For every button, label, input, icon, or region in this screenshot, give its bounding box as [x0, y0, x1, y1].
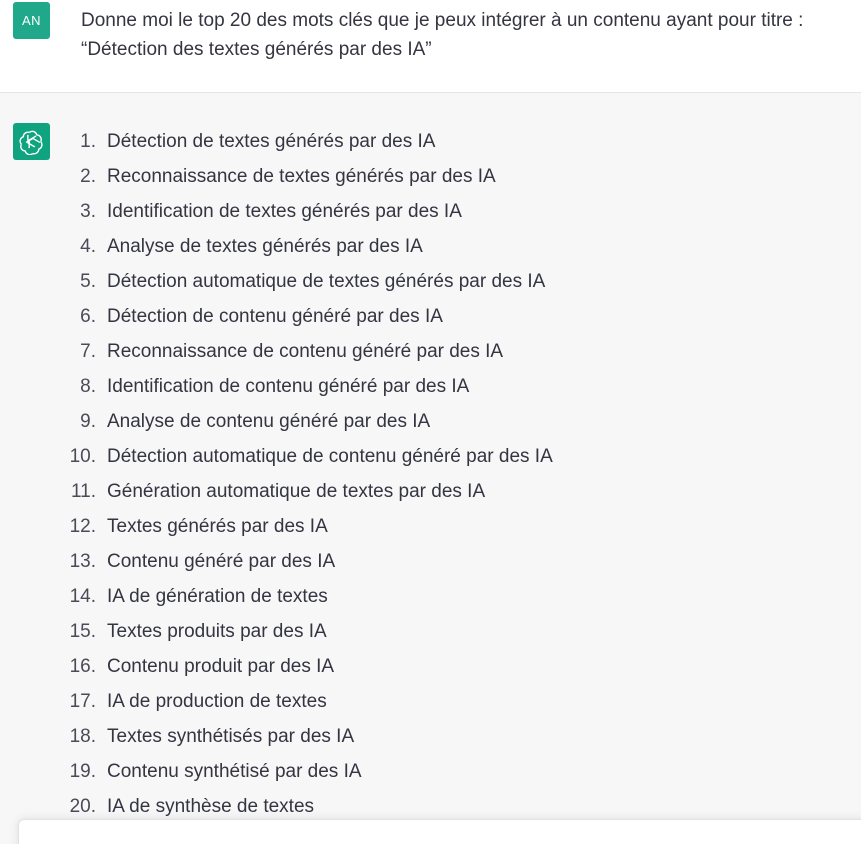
chat-page: AN Donne moi le top 20 des mots clés que…: [0, 0, 861, 844]
list-item-text: Textes produits par des IA: [107, 621, 327, 642]
list-item-number: 9.: [80, 411, 96, 432]
list-item-text: Détection de contenu généré par des IA: [107, 306, 443, 327]
list-item-text: Identification de textes générés par des…: [107, 201, 462, 222]
list-item-number: 6.: [80, 306, 96, 327]
list-item-number: 12.: [69, 516, 96, 537]
keyword-list: 1. Détection de textes générés par des IA…: [62, 127, 553, 827]
list-item: 10. Détection automatique de contenu géné…: [62, 442, 553, 477]
list-item-number: 13.: [69, 551, 96, 572]
list-item: 7. Reconnaissance de contenu généré par d…: [62, 337, 553, 372]
list-item: 2. Reconnaissance de textes générés par d…: [62, 162, 553, 197]
list-item-text: Reconnaissance de textes générés par des…: [107, 166, 496, 187]
list-item-text: Contenu synthétisé par des IA: [107, 761, 362, 782]
list-item-number: 20.: [69, 796, 96, 817]
assistant-message-row: 1. Détection de textes générés par des IA…: [0, 93, 861, 844]
list-item-number: 8.: [80, 376, 96, 397]
list-item: 12. Textes générés par des IA: [62, 512, 553, 547]
list-item-number: 4.: [80, 236, 96, 257]
list-item-text: Textes générés par des IA: [107, 516, 328, 537]
list-item: 18. Textes synthétisés par des IA: [62, 722, 553, 757]
list-item-text: Contenu produit par des IA: [107, 656, 335, 677]
list-item: 13. Contenu généré par des IA: [62, 547, 553, 582]
list-item: 6. Détection de contenu généré par des IA: [62, 302, 553, 337]
list-item: 15. Textes produits par des IA: [62, 617, 553, 652]
list-item-number: 18.: [69, 726, 96, 747]
user-message-text: Donne moi le top 20 des mots clés que je…: [81, 10, 804, 60]
list-item-text: Contenu généré par des IA: [107, 551, 336, 572]
list-item-number: 10.: [69, 446, 96, 467]
list-item: 9. Analyse de contenu généré par des IA: [62, 407, 553, 442]
list-item: 3. Identification de textes générés par d…: [62, 197, 553, 232]
list-item-text: IA de production de textes: [107, 691, 327, 712]
list-item-text: Analyse de contenu généré par des IA: [107, 411, 431, 432]
list-item-text: Reconnaissance de contenu généré par des…: [107, 341, 504, 362]
list-item-number: 2.: [80, 166, 96, 187]
list-item: 19. Contenu synthétisé par des IA: [62, 757, 553, 792]
list-item-number: 7.: [80, 341, 96, 362]
list-item-number: 14.: [69, 586, 96, 607]
list-item-text: Génération automatique de textes par des…: [107, 481, 486, 502]
list-item-text: Détection de textes générés par des IA: [107, 131, 436, 152]
list-item-number: 3.: [80, 201, 96, 222]
openai-logo-icon: [13, 123, 50, 160]
list-item-number: 17.: [69, 691, 96, 712]
message-input-box[interactable]: [18, 819, 861, 844]
list-item-number: 1.: [80, 131, 96, 152]
list-item: 11. Génération automatique de textes par …: [62, 477, 553, 512]
list-item: 17. IA de production de textes: [62, 687, 553, 722]
list-item-text: IA de synthèse de textes: [107, 796, 315, 817]
list-item-number: 11.: [70, 481, 96, 502]
list-item-text: Textes synthétisés par des IA: [107, 726, 355, 747]
user-message-row: AN Donne moi le top 20 des mots clés que…: [0, 0, 861, 93]
list-item-number: 5.: [80, 271, 96, 292]
list-item: 4. Analyse de textes générés par des IA: [62, 232, 553, 267]
list-item: 14. IA de génération de textes: [62, 582, 553, 617]
list-item: 1. Détection de textes générés par des IA: [62, 127, 553, 162]
list-item-text: Analyse de textes générés par des IA: [107, 236, 423, 257]
user-avatar: AN: [13, 2, 50, 39]
list-item: 5. Détection automatique de textes généré…: [62, 267, 553, 302]
list-item-text: IA de génération de textes: [107, 586, 328, 607]
list-item-number: 15.: [69, 621, 96, 642]
list-item-number: 19.: [69, 761, 96, 782]
list-item-number: 16.: [69, 656, 96, 677]
list-item-text: Détection automatique de textes générés …: [107, 271, 546, 292]
list-item-text: Identification de contenu généré par des…: [107, 376, 470, 397]
list-item-text: Détection automatique de contenu généré …: [107, 446, 553, 467]
list-item: 8. Identification de contenu généré par d…: [62, 372, 553, 407]
list-item: 16. Contenu produit par des IA: [62, 652, 553, 687]
